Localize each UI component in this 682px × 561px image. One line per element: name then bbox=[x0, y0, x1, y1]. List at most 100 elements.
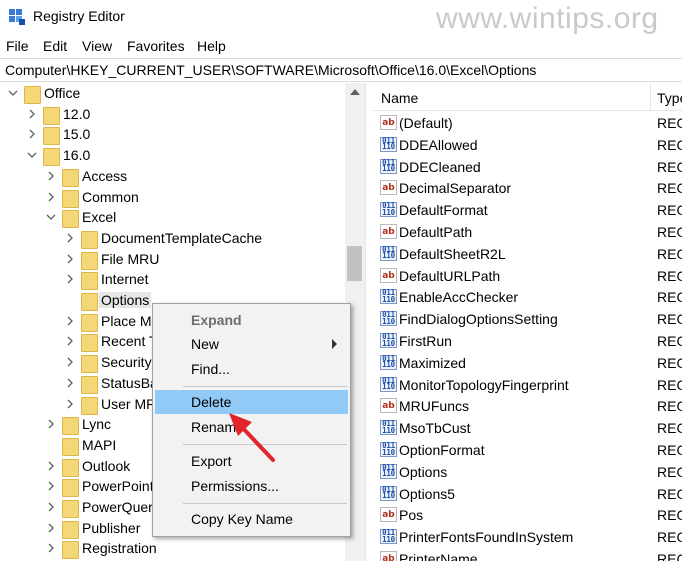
tree-node-label: Office bbox=[44, 85, 81, 101]
menu-edit[interactable]: Edit bbox=[43, 38, 67, 54]
chevron-right-icon[interactable] bbox=[65, 336, 75, 346]
list-item[interactable]: 011 110 EnableAccChecker REG bbox=[373, 286, 682, 308]
ctx-export-label: Export bbox=[191, 453, 232, 469]
ctx-delete-label: Delete bbox=[191, 394, 232, 410]
chevron-right-icon[interactable] bbox=[46, 461, 56, 471]
column-name-header[interactable]: Name bbox=[381, 90, 418, 106]
tree-node[interactable]: 16.0 bbox=[0, 146, 345, 167]
tree-node-label: Options bbox=[99, 292, 152, 308]
chevron-down-icon[interactable] bbox=[46, 212, 56, 222]
tree-node[interactable]: Common bbox=[0, 188, 345, 208]
scroll-up-icon[interactable] bbox=[350, 89, 360, 95]
ctx-separator bbox=[183, 503, 347, 504]
folder-icon bbox=[62, 479, 79, 498]
address-bar[interactable]: Computer\HKEY_CURRENT_USER\SOFTWARE\Micr… bbox=[0, 58, 682, 82]
value-name: FindDialogOptionsSetting bbox=[399, 311, 558, 328]
chevron-right-icon[interactable] bbox=[65, 378, 75, 388]
value-type: REG bbox=[657, 333, 682, 349]
column-separator[interactable] bbox=[650, 83, 651, 111]
ctx-copy-key-name[interactable]: Copy Key Name bbox=[155, 507, 348, 531]
pane-splitter[interactable] bbox=[365, 83, 373, 561]
list-item[interactable]: 011 110 Options5 REG bbox=[373, 483, 682, 505]
ctx-find[interactable]: Find... bbox=[155, 357, 348, 381]
list-item[interactable]: ab Pos REG bbox=[373, 504, 682, 526]
chevron-down-icon[interactable] bbox=[27, 150, 37, 160]
ctx-find-label: Find... bbox=[191, 361, 230, 377]
binary-value-icon: 011 110 bbox=[380, 376, 397, 392]
tree-node[interactable]: Access bbox=[0, 167, 345, 187]
ctx-rename[interactable]: Rename bbox=[155, 415, 348, 439]
list-item[interactable]: ab MRUFuncs REG bbox=[373, 395, 682, 417]
list-item[interactable]: 011 110 FirstRun REG bbox=[373, 330, 682, 352]
list-item[interactable]: 011 110 MonitorTopologyFingerprint REG bbox=[373, 374, 682, 396]
string-value-icon: ab bbox=[380, 398, 397, 414]
chevron-right-icon[interactable] bbox=[46, 543, 56, 553]
chevron-right-icon[interactable] bbox=[46, 171, 56, 181]
scroll-thumb[interactable] bbox=[347, 246, 362, 281]
address-path[interactable]: Computer\HKEY_CURRENT_USER\SOFTWARE\Micr… bbox=[5, 62, 536, 78]
folder-icon bbox=[81, 355, 98, 374]
chevron-right-icon[interactable] bbox=[65, 274, 75, 284]
chevron-right-icon[interactable] bbox=[46, 192, 56, 202]
list-item[interactable]: 011 110 DDEAllowed REG bbox=[373, 134, 682, 156]
list-item[interactable]: 011 110 Options REG bbox=[373, 461, 682, 483]
tree-node[interactable]: Internet bbox=[0, 270, 345, 291]
list-item[interactable]: ab (Default) REG bbox=[373, 112, 682, 134]
tree-node[interactable]: DocumentTemplateCache bbox=[0, 229, 345, 249]
chevron-right-icon[interactable] bbox=[65, 233, 75, 243]
chevron-right-icon[interactable] bbox=[65, 399, 75, 409]
chevron-right-icon[interactable] bbox=[46, 502, 56, 512]
value-name: DefaultURLPath bbox=[399, 267, 501, 284]
menu-file[interactable]: File bbox=[6, 38, 29, 54]
ctx-permissions[interactable]: Permissions... bbox=[155, 474, 348, 498]
list-item[interactable]: 011 110 DefaultSheetR2L REG bbox=[373, 243, 682, 265]
chevron-down-icon[interactable] bbox=[8, 88, 18, 98]
tree-node[interactable]: 15.0 bbox=[0, 125, 345, 146]
tree-node[interactable]: File MRU bbox=[0, 250, 345, 270]
binary-value-icon: 011 110 bbox=[380, 311, 397, 327]
list-item[interactable]: 011 110 MsoTbCust REG bbox=[373, 417, 682, 439]
folder-icon bbox=[81, 272, 98, 291]
menu-help[interactable]: Help bbox=[197, 38, 226, 54]
string-value-icon: ab bbox=[380, 115, 397, 130]
chevron-right-icon[interactable] bbox=[46, 523, 56, 533]
chevron-right-icon[interactable] bbox=[65, 316, 75, 326]
list-item[interactable]: 011 110 OptionFormat REG bbox=[373, 439, 682, 461]
ctx-expand[interactable]: Expand bbox=[155, 308, 348, 332]
list-item[interactable]: ab DefaultURLPath REG bbox=[373, 265, 682, 287]
tree-node-label: MAPI bbox=[82, 436, 117, 453]
ctx-delete[interactable]: Delete bbox=[155, 390, 348, 414]
tree-node[interactable]: 12.0 bbox=[0, 105, 345, 125]
list-item[interactable]: 011 110 Maximized REG bbox=[373, 352, 682, 374]
folder-icon bbox=[81, 230, 98, 249]
tree-node[interactable]: Registration bbox=[0, 539, 345, 560]
values-list[interactable]: Name Type ab(Default)REG011110DDEAllowed… bbox=[373, 83, 682, 561]
list-item[interactable]: ab DecimalSeparator REG bbox=[373, 177, 682, 199]
menu-favorites[interactable]: Favorites bbox=[127, 38, 185, 54]
list-item[interactable]: 011 110 FindDialogOptionsSetting REG bbox=[373, 308, 682, 330]
chevron-right-icon[interactable] bbox=[46, 419, 56, 429]
list-item[interactable]: ab PrinterName REG bbox=[373, 548, 682, 561]
chevron-right-icon[interactable] bbox=[27, 129, 37, 139]
folder-icon bbox=[24, 86, 41, 104]
list-item[interactable]: ab DefaultPath REG bbox=[373, 221, 682, 243]
tree-node[interactable]: Office bbox=[0, 84, 345, 104]
value-type: REG bbox=[657, 442, 682, 458]
chevron-right-icon[interactable] bbox=[65, 357, 75, 367]
chevron-right-icon[interactable] bbox=[65, 254, 75, 264]
ctx-export[interactable]: Export bbox=[155, 449, 348, 473]
column-type-header[interactable]: Type bbox=[657, 90, 682, 106]
watermark: www.wintips.org bbox=[436, 2, 659, 35]
list-item[interactable]: 011 110 PrinterFontsFoundInSystem REG bbox=[373, 526, 682, 548]
folder-icon bbox=[43, 127, 60, 146]
folder-icon bbox=[43, 106, 60, 125]
list-item[interactable]: 011 110 DDECleaned REG bbox=[373, 156, 682, 178]
ctx-new[interactable]: New bbox=[155, 332, 348, 356]
value-name: DDECleaned bbox=[399, 158, 481, 175]
tree-node[interactable]: Excel bbox=[0, 208, 345, 229]
chevron-right-icon[interactable] bbox=[46, 481, 56, 491]
menu-view[interactable]: View bbox=[82, 38, 112, 54]
list-item[interactable]: 011 110 DefaultFormat REG bbox=[373, 199, 682, 221]
chevron-right-icon[interactable] bbox=[27, 109, 37, 119]
ctx-separator bbox=[183, 444, 347, 445]
